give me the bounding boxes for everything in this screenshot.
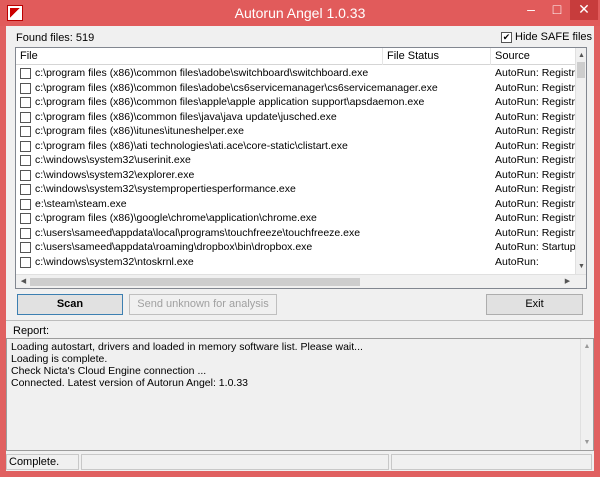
- report-log[interactable]: Loading autostart, drivers and loaded in…: [6, 338, 594, 451]
- files-list[interactable]: File File Status Source c:\program files…: [15, 47, 587, 289]
- row-checkbox[interactable]: [20, 82, 31, 94]
- file-source: AutoRun: Registry: [495, 110, 575, 123]
- file-source: AutoRun: Registry: [495, 212, 575, 224]
- status-bar: Complete.: [6, 453, 594, 471]
- report-line: Connected. Latest version of Autorun Ang…: [11, 377, 248, 389]
- table-row[interactable]: c:\program files (x86)\common files\adob…: [16, 66, 576, 81]
- table-row[interactable]: c:\program files (x86)\common files\adob…: [16, 81, 576, 96]
- row-checkbox[interactable]: [20, 155, 31, 166]
- row-checkbox[interactable]: [20, 227, 31, 239]
- row-checkbox[interactable]: [20, 111, 31, 123]
- file-path: c:\users\sameed\appdata\roaming\dropbox\…: [35, 241, 313, 253]
- file-path: c:\program files (x86)\common files\adob…: [35, 81, 438, 94]
- file-source: AutoRun: Registry: [495, 96, 575, 108]
- hide-safe-checkbox[interactable]: [501, 31, 512, 43]
- scan-button[interactable]: Scan: [17, 294, 123, 315]
- list-vertical-scrollbar[interactable]: ▲ ▼: [575, 48, 586, 274]
- file-source: AutoRun: Registry: [495, 67, 575, 79]
- divider: [6, 320, 594, 321]
- close-button[interactable]: ✕: [570, 0, 598, 20]
- table-row[interactable]: c:\program files (x86)\itunes\ituneshelp…: [16, 124, 576, 139]
- file-path: c:\program files (x86)\common files\appl…: [35, 96, 425, 108]
- row-checkbox[interactable]: [20, 198, 31, 210]
- table-row[interactable]: e:\steam\steam.exe AutoRun: Registry: [16, 197, 576, 212]
- row-checkbox[interactable]: [20, 97, 31, 108]
- table-row[interactable]: c:\program files (x86)\google\chrome\app…: [16, 211, 576, 226]
- file-path: c:\program files (x86)\ati technologies\…: [35, 139, 348, 152]
- file-path: c:\program files (x86)\common files\adob…: [35, 67, 369, 79]
- row-checkbox[interactable]: [20, 256, 31, 268]
- minimize-button[interactable]: –: [518, 0, 544, 20]
- status-text: Complete.: [6, 454, 79, 470]
- list-header: File File Status Source: [16, 48, 576, 65]
- table-row[interactable]: c:\windows\system32\userinit.exe AutoRun:…: [16, 153, 576, 168]
- scroll-left-icon[interactable]: ◀: [18, 275, 29, 288]
- file-source: AutoRun:: [495, 255, 539, 268]
- file-path: c:\windows\system32\ntoskrnl.exe: [35, 255, 194, 268]
- table-row[interactable]: c:\users\sameed\appdata\local\programs\t…: [16, 226, 576, 241]
- list-horizontal-scrollbar[interactable]: ◀ ▶: [16, 274, 586, 288]
- scroll-down-icon[interactable]: ▼: [581, 437, 593, 448]
- scroll-right-icon[interactable]: ▶: [562, 275, 573, 288]
- window-title: Autorun Angel 1.0.33: [234, 5, 366, 21]
- file-source: AutoRun: Registry: [495, 154, 575, 166]
- table-row[interactable]: c:\windows\system32\explorer.exe AutoRun:…: [16, 168, 576, 183]
- found-files-count: Found files: 519: [16, 32, 95, 44]
- file-source: AutoRun: Registry: [495, 183, 575, 195]
- exit-button[interactable]: Exit: [486, 294, 583, 315]
- file-path: c:\windows\system32\userinit.exe: [35, 154, 191, 166]
- report-label: Report:: [13, 325, 50, 337]
- file-source: AutoRun: Registry: [495, 197, 575, 210]
- table-row[interactable]: c:\program files (x86)\common files\java…: [16, 110, 576, 125]
- hide-safe-toggle[interactable]: Hide SAFE files: [501, 31, 592, 43]
- scroll-thumb-horizontal[interactable]: [30, 278, 360, 286]
- scroll-thumb[interactable]: [577, 62, 585, 78]
- file-source: AutoRun: Registry: [495, 168, 575, 181]
- report-line: Loading is complete.: [11, 353, 108, 365]
- list-rows: c:\program files (x86)\common files\adob…: [16, 66, 576, 274]
- status-panel: [81, 454, 389, 470]
- row-checkbox[interactable]: [20, 213, 31, 224]
- file-source: AutoRun: Startup f: [495, 241, 575, 253]
- table-row[interactable]: c:\windows\system32\ntoskrnl.exe AutoRun:: [16, 255, 576, 270]
- file-source: AutoRun: Registry: [495, 139, 575, 152]
- row-checkbox[interactable]: [20, 68, 31, 79]
- status-panel: [391, 454, 592, 470]
- column-header-file[interactable]: File: [16, 48, 383, 65]
- row-checkbox[interactable]: [20, 242, 31, 253]
- file-path: c:\program files (x86)\itunes\ituneshelp…: [35, 125, 244, 137]
- app-window: Autorun Angel 1.0.33 – □ ✕ Found files: …: [0, 0, 600, 477]
- hide-safe-label: Hide SAFE files: [515, 31, 593, 43]
- file-source: AutoRun: Registry: [495, 226, 575, 239]
- file-path: e:\steam\steam.exe: [35, 197, 127, 210]
- row-checkbox[interactable]: [20, 140, 31, 152]
- client-area: Found files: 519 Hide SAFE files File Fi…: [6, 26, 594, 471]
- maximize-button[interactable]: □: [544, 0, 570, 20]
- scroll-up-icon[interactable]: ▲: [576, 50, 587, 61]
- table-row[interactable]: c:\users\sameed\appdata\roaming\dropbox\…: [16, 240, 576, 255]
- row-checkbox[interactable]: [20, 126, 31, 137]
- title-bar[interactable]: Autorun Angel 1.0.33 – □ ✕: [0, 0, 600, 26]
- file-source: AutoRun: Registry: [495, 81, 575, 94]
- table-row[interactable]: c:\program files (x86)\common files\appl…: [16, 95, 576, 110]
- scroll-up-icon[interactable]: ▲: [581, 341, 593, 352]
- file-source: AutoRun: Registry: [495, 125, 575, 137]
- row-checkbox[interactable]: [20, 169, 31, 181]
- send-unknown-button[interactable]: Send unknown for analysis: [129, 294, 277, 315]
- report-scrollbar[interactable]: ▲ ▼: [580, 339, 593, 450]
- report-lines: Loading autostart, drivers and loaded in…: [11, 341, 589, 389]
- scroll-down-icon[interactable]: ▼: [576, 261, 587, 272]
- row-checkbox[interactable]: [20, 184, 31, 195]
- file-path: c:\program files (x86)\google\chrome\app…: [35, 212, 317, 224]
- column-header-file-status[interactable]: File Status: [383, 48, 491, 65]
- report-line: Loading autostart, drivers and loaded in…: [11, 341, 363, 353]
- report-line: Check Nicta's Cloud Engine connection ..…: [11, 365, 207, 377]
- file-path: c:\windows\system32\explorer.exe: [35, 168, 195, 181]
- table-row[interactable]: c:\windows\system32\systempropertiesperf…: [16, 182, 576, 197]
- table-row[interactable]: c:\program files (x86)\ati technologies\…: [16, 139, 576, 154]
- file-path: c:\windows\system32\systempropertiesperf…: [35, 183, 296, 195]
- file-path: c:\program files (x86)\common files\java…: [35, 110, 337, 123]
- file-path: c:\users\sameed\appdata\local\programs\t…: [35, 226, 361, 239]
